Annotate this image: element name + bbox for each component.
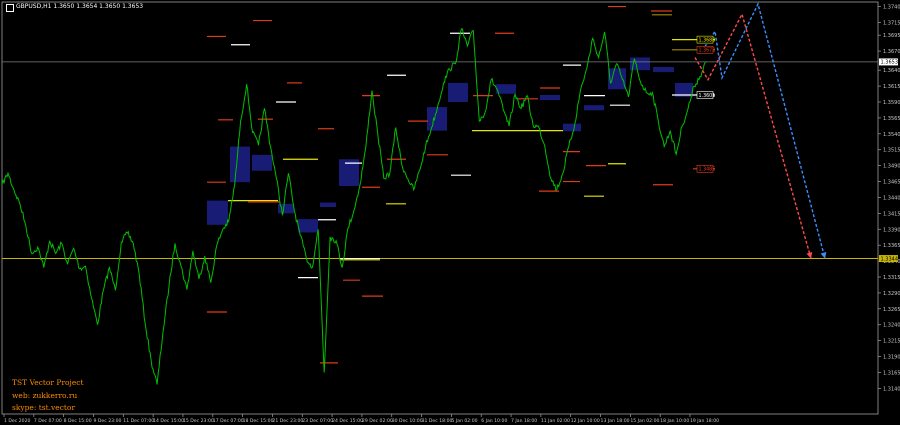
y-tick-label: 1.3565	[883, 116, 900, 122]
x-tick-label: 6 Jan 10:00	[481, 418, 507, 424]
x-tick-label: 17 Dec 07:00	[213, 418, 244, 424]
price-label: 1.3485	[699, 167, 716, 173]
zone-box	[207, 200, 228, 225]
x-tick-label: 8 Dec 15:00	[64, 418, 92, 424]
x-tick-label: 18 Jan 10:00	[660, 418, 689, 424]
zone-box	[653, 67, 674, 73]
price-label: 1.3601	[699, 93, 716, 99]
x-tick-label: 5 Jan 02:00	[451, 418, 477, 424]
y-tick-label: 1.3365	[883, 243, 900, 249]
chart-type-icon	[6, 4, 14, 12]
zone-box	[584, 105, 604, 111]
chart-window[interactable]: 1.3740 1.3715 1.3695 1.3670 1.3640 1.3615 1.35…	[0, 0, 900, 425]
info-project: TST Vector Project	[12, 378, 84, 387]
y-tick-label: 1.3615	[883, 84, 900, 90]
x-tick-label: 19 Jan 18:00	[690, 418, 719, 424]
zone-box	[608, 68, 626, 90]
y-tick-label: 1.3265	[883, 307, 900, 313]
y-tick-label: 1.3140	[883, 386, 900, 392]
x-tick-label: 12 Jan 10:00	[571, 418, 600, 424]
zone-box	[540, 95, 560, 101]
ohlc-readout: 1.3650 1.3654 1.3650 1.3653	[53, 3, 144, 10]
y-tick-label: 1.3165	[883, 370, 900, 376]
zone-box	[448, 82, 468, 102]
info-skype: skype: tst.vector	[12, 403, 76, 412]
projection-path	[701, 1, 826, 259]
y-tick-label: 1.3670	[883, 49, 900, 55]
zone-box	[298, 219, 318, 233]
x-tick-label: 7 Jan 18:00	[511, 418, 537, 424]
zone-box	[320, 202, 336, 207]
x-tick-label: 11 Jan 02:00	[541, 418, 570, 424]
zone-box	[230, 146, 250, 183]
y-tick-label: 1.3590	[883, 100, 900, 106]
y-tick-label: 1.3390	[883, 227, 900, 233]
y-tick-label: 1.3640	[883, 68, 900, 74]
x-tick-label: 23 Dec 07:00	[302, 418, 333, 424]
price-label: 1.3672	[699, 48, 716, 54]
y-tick-label: 1.3315	[883, 275, 900, 281]
y-tick-label: 1.3540	[883, 132, 900, 138]
y-tick-label: 1.3515	[883, 148, 900, 154]
y-tick-label: 1.3465	[883, 180, 900, 186]
x-tick-label: 24 Dec 15:00	[332, 418, 363, 424]
chart-title: GBPUSD,H1 1.3650 1.3654 1.3650 1.3653	[6, 3, 144, 12]
x-tick-label: 15 Dec 23:00	[183, 418, 214, 424]
x-tick-label: 15 Jan 02:00	[630, 418, 659, 424]
y-tick-label: 1.3290	[883, 291, 900, 297]
y-tick-label: 1.3740	[883, 5, 900, 11]
y-tick-label: 1.3490	[883, 164, 900, 170]
current-price-tag-text: 1.3653	[881, 60, 899, 66]
x-tick-label: 13 Jan 18:00	[601, 418, 630, 424]
x-tick-label: 29 Dec 02:00	[362, 418, 393, 424]
y-tick-label: 1.3695	[883, 33, 900, 39]
x-tick-label: 9 Dec 23:00	[93, 418, 121, 424]
x-tick-label: 21 Dec 23:00	[272, 418, 303, 424]
x-tick-label: 11 Dec 07:00	[123, 418, 154, 424]
plot-frame	[1, 1, 879, 415]
x-tick-label: 14 Dec 15:00	[153, 418, 184, 424]
target-price-tag-text: 1.3344	[881, 256, 899, 262]
x-tick-label: 31 Dec 18:00	[422, 418, 453, 424]
zone-box	[252, 154, 272, 171]
info-web: web: zukkerro.ru	[12, 391, 78, 400]
zone-box	[496, 84, 516, 94]
price-series-line	[1, 28, 707, 385]
y-tick-label: 1.3440	[883, 195, 900, 201]
y-tick-label: 1.3215	[883, 339, 900, 345]
x-tick-label: 7 Dec 07:00	[34, 418, 62, 424]
y-tick-label: 1.3415	[883, 211, 900, 217]
y-tick-label: 1.3190	[883, 355, 900, 361]
y-tick-label: 1.3240	[883, 323, 900, 329]
projection-arrowhead	[820, 251, 827, 259]
x-tick-label: 30 Dec 10:00	[392, 418, 423, 424]
price-chart[interactable]: 1.3740 1.3715 1.3695 1.3670 1.3640 1.3615 1.35…	[0, 0, 900, 425]
x-tick-label: 1 Dec 2020	[4, 418, 31, 424]
x-tick-label: 18 Dec 15:00	[243, 418, 274, 424]
price-label: 1.3688	[699, 37, 716, 43]
y-tick-label: 1.3715	[883, 20, 900, 26]
zone-box	[563, 123, 581, 132]
